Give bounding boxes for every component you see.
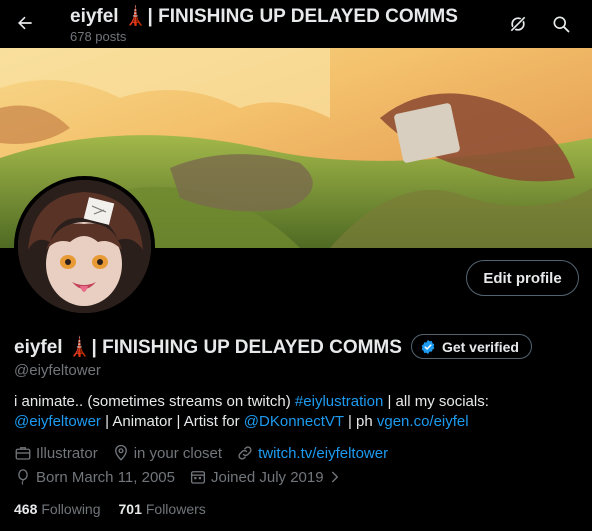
bio-text: i animate.. (sometimes streams on twitch… [14, 393, 295, 410]
followers-link[interactable]: 701 Followers [119, 501, 206, 517]
profile-header-bar: eiyfel 🗼| FINISHING UP DELAYED COMMS 678… [0, 0, 592, 48]
calendar-icon [190, 471, 206, 484]
meta-joined-text: Joined July 2019 [210, 468, 324, 486]
following-count: 468 [14, 501, 38, 517]
briefcase-icon [15, 447, 31, 460]
chevron-right-icon [331, 471, 338, 483]
profile-meta-row: Born March 11, 2005 Joined July 2019 [14, 468, 356, 486]
search-icon [553, 16, 570, 33]
profile-meta-row: Illustrator in your closet twitch.tv/eiy… [14, 444, 402, 462]
meta-category-text: Illustrator [36, 444, 98, 462]
display-name: eiyfel 🗼| FINISHING UP DELAYED COMMS [14, 336, 402, 358]
arrow-left-icon [18, 16, 32, 30]
meta-website[interactable]: twitch.tv/eiyfeltower [236, 444, 388, 462]
follow-stats: 468 Following 701 Followers [14, 501, 206, 517]
following-link[interactable]: 468 Following [14, 501, 101, 517]
bio-mention-link[interactable]: @eiyfeltower [14, 413, 101, 430]
profile-handle: @eiyfeltower [14, 362, 101, 379]
followers-count: 701 [118, 501, 142, 517]
profile-bio: i animate.. (sometimes streams on twitch… [14, 392, 584, 432]
back-button[interactable] [10, 8, 40, 38]
profile-avatar[interactable] [14, 176, 155, 317]
edit-profile-button[interactable]: Edit profile [466, 260, 579, 296]
bio-website-link[interactable]: vgen.co/eiyfel [377, 413, 469, 430]
meta-location: in your closet [112, 444, 222, 462]
balloon-icon [18, 469, 28, 485]
meta-birthday: Born March 11, 2005 [14, 468, 175, 486]
avatar-artwork [18, 180, 151, 313]
get-verified-label: Get verified [441, 338, 519, 355]
meta-birthday-text: Born March 11, 2005 [36, 468, 175, 486]
bio-hashtag-link[interactable]: #eiylustration [295, 393, 383, 410]
get-verified-button[interactable]: Get verified [410, 334, 532, 359]
verified-badge-icon [421, 339, 435, 354]
grok-icon [510, 16, 526, 32]
bio-text: | Animator | Artist for [100, 413, 244, 430]
meta-category: Illustrator [14, 444, 98, 462]
bio-text: | ph [343, 413, 377, 430]
name-row: eiyfel 🗼| FINISHING UP DELAYED COMMS Get… [14, 334, 532, 359]
followers-label: Followers [145, 501, 206, 517]
location-pin-icon [114, 444, 127, 461]
meta-location-text: in your closet [133, 444, 223, 462]
bio-mention-link[interactable]: @DKonnectVT [244, 413, 344, 430]
meta-joined[interactable]: Joined July 2019 [189, 468, 342, 486]
following-label: Following [41, 501, 101, 517]
link-icon [238, 446, 252, 460]
search-button[interactable] [547, 10, 575, 38]
header-title: eiyfel 🗼| FINISHING UP DELAYED COMMS [70, 6, 458, 27]
meta-website-link[interactable]: twitch.tv/eiyfeltower [258, 445, 388, 462]
grok-button[interactable] [504, 10, 532, 38]
bio-text: | all my socials: [383, 393, 489, 410]
post-count: 678 posts [70, 29, 127, 44]
